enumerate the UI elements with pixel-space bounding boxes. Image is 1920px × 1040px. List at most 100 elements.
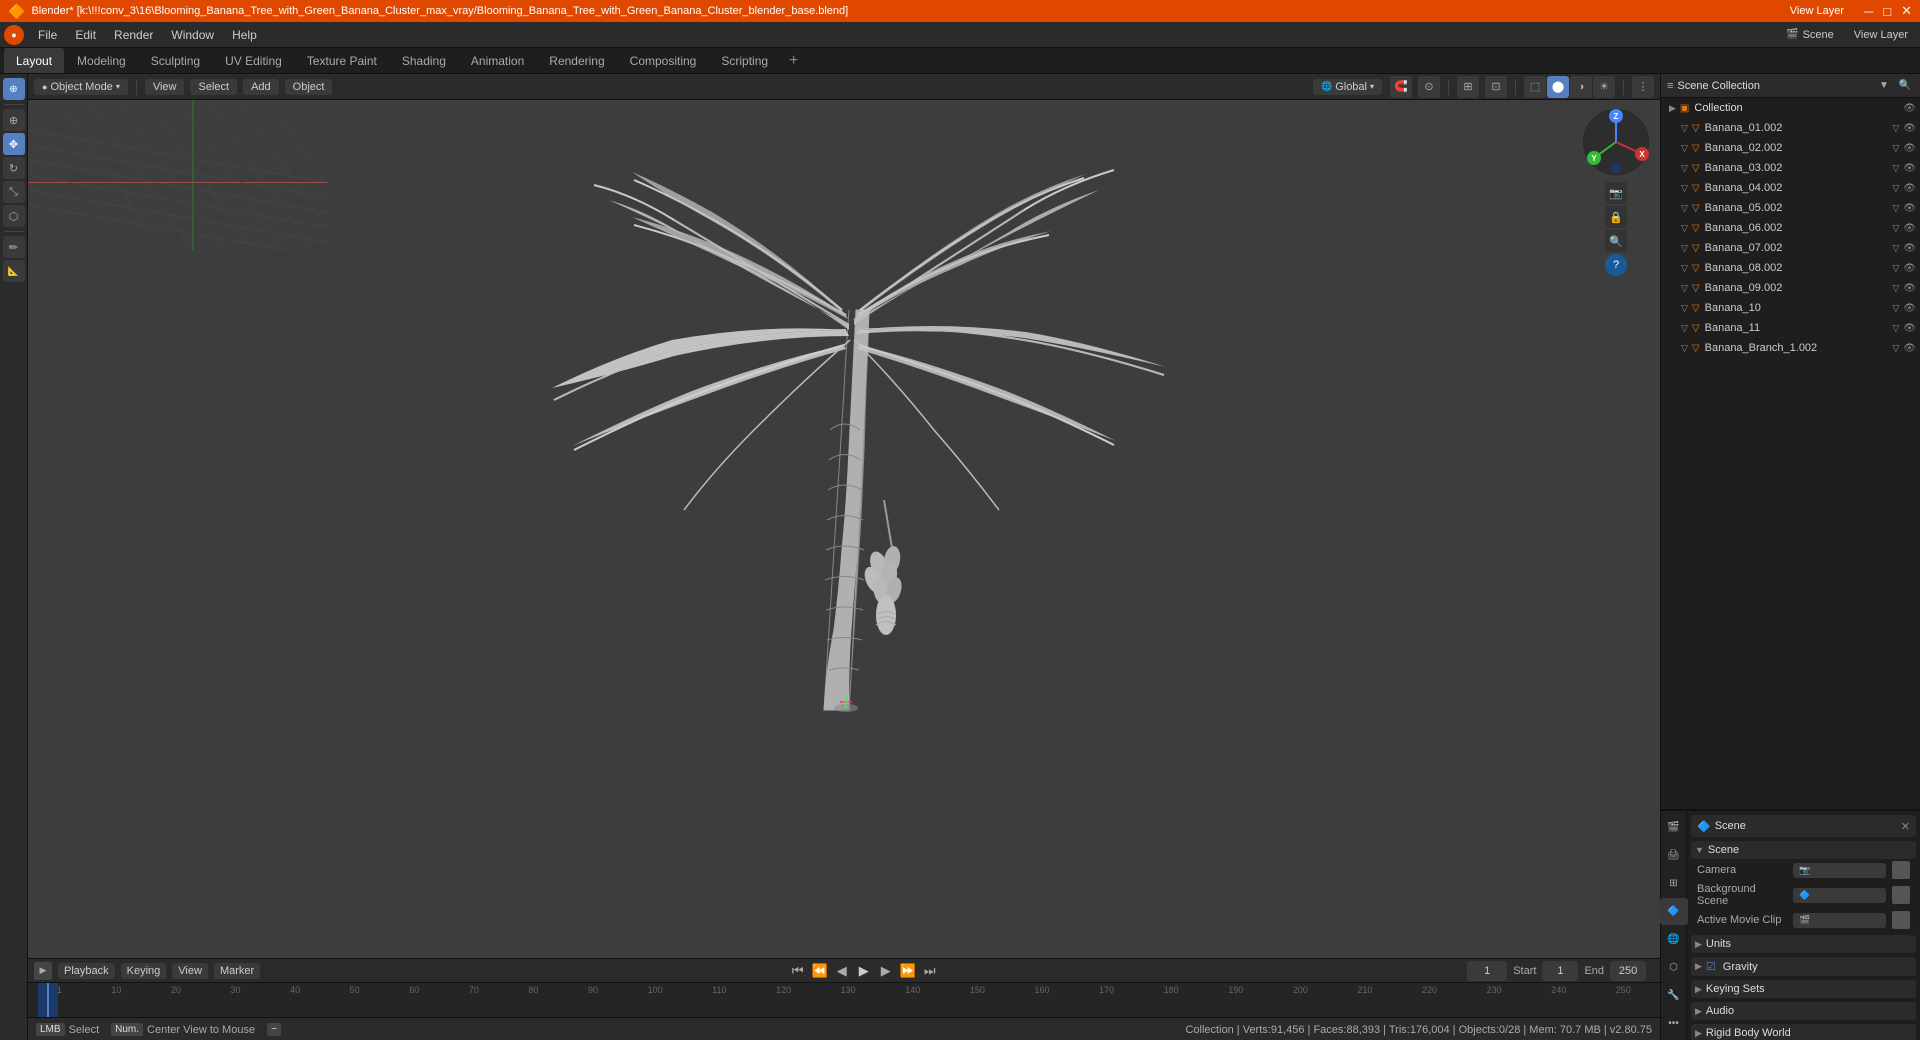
select-menu-btn[interactable]: Select [190,79,237,95]
filter-icon-9[interactable]: ▽ [1892,283,1899,294]
object-mode-btn[interactable]: ● Object Mode ▾ [34,79,128,95]
end-frame-input[interactable]: 250 [1610,961,1646,981]
visible-icon-1[interactable]: 👁 [1903,123,1916,134]
tab-texture-paint[interactable]: Texture Paint [295,48,389,73]
audio-section-header[interactable]: ▶ Audio [1691,1002,1916,1020]
prev-keyframe-btn[interactable]: ⏪ [810,961,830,981]
camera-view-btn[interactable]: 📷 [1605,182,1627,204]
prop-tab-modifiers[interactable]: 🔧 [1660,983,1688,1009]
tab-scripting[interactable]: Scripting [709,48,780,73]
add-menu-btn[interactable]: Add [243,79,279,95]
playback-btn[interactable]: Playback [58,963,115,979]
outliner-item-banana5[interactable]: ▽ ▽ Banana_05.002 ▽ 👁 [1661,198,1920,218]
gravity-section-header[interactable]: ▶ ☑ Gravity [1691,957,1916,976]
visible-icon-8[interactable]: 👁 [1903,263,1916,274]
timeline-editor-icon[interactable]: ▶ [34,962,52,980]
tab-animation[interactable]: Animation [459,48,536,73]
visible-icon-7[interactable]: 👁 [1903,243,1916,254]
annotate-tool[interactable]: ✏ [3,236,25,258]
next-keyframe-btn[interactable]: ⏩ [898,961,918,981]
timeline-track[interactable]: 1 10 20 30 40 50 60 70 80 90 100 110 120… [28,983,1660,1017]
filter-icon-12[interactable]: ▽ [1892,343,1899,354]
movie-clip-value[interactable]: 🎬 [1793,913,1886,928]
outliner-filter-btn[interactable]: ▼ [1875,77,1893,95]
movie-clip-edit-btn[interactable] [1892,911,1910,929]
outliner-item-banana4[interactable]: ▽ ▽ Banana_04.002 ▽ 👁 [1661,178,1920,198]
menu-window[interactable]: Window [163,26,222,44]
outliner-item-banana11[interactable]: ▽ ▽ Banana_11 ▽ 👁 [1661,318,1920,338]
filter-icon-3[interactable]: ▽ [1892,163,1899,174]
rotate-tool[interactable]: ↻ [3,157,25,179]
outliner-collection[interactable]: ▶ ▣ Collection 👁 [1661,98,1920,118]
tab-add[interactable]: + [781,48,806,73]
keying-btn[interactable]: Keying [121,963,167,979]
rigid-body-header[interactable]: ▶ Rigid Body World [1691,1024,1916,1040]
tab-compositing[interactable]: Compositing [618,48,709,73]
cursor-tool[interactable]: ⊕ [3,109,25,131]
menu-file[interactable]: File [30,26,65,44]
prop-tab-view-layer[interactable]: ⊞ [1660,870,1688,896]
maximize-btn[interactable]: □ [1883,4,1891,19]
filter-icon-4[interactable]: ▽ [1892,183,1899,194]
tab-layout[interactable]: Layout [4,48,64,73]
close-btn[interactable]: ✕ [1901,3,1912,19]
visible-icon-9[interactable]: 👁 [1903,283,1916,294]
wireframe-btn[interactable]: ⬚ [1524,76,1546,98]
jump-start-btn[interactable]: ⏮ [788,961,808,981]
transform-tool[interactable]: ⬡ [3,205,25,227]
filter-icon-1[interactable]: ▽ [1892,123,1899,134]
rendered-btn[interactable]: ☀ [1593,76,1615,98]
tab-rendering[interactable]: Rendering [537,48,616,73]
prop-tab-object[interactable]: ⬡ [1660,955,1688,981]
collection-visible-icon[interactable]: 👁 [1903,103,1916,114]
filter-icon-7[interactable]: ▽ [1892,243,1899,254]
camera-edit-btn[interactable] [1892,861,1910,879]
zoom-btn[interactable]: 🔍 [1605,230,1627,252]
tab-shading[interactable]: Shading [390,48,458,73]
marker-btn[interactable]: Marker [214,963,260,979]
scale-tool[interactable]: ⤡ [3,181,25,203]
snap-btn[interactable]: 🧲 [1390,76,1412,98]
current-frame-input[interactable]: 1 [1467,961,1507,981]
overlay-btn[interactable]: ⊞ [1457,76,1479,98]
gizmo-btn[interactable]: ⊡ [1485,76,1507,98]
outliner-item-banana1[interactable]: ▽ ▽ Banana_01.002 ▽ 👁 [1661,118,1920,138]
prop-tab-scene[interactable]: 🔷 [1660,898,1688,924]
visible-icon-6[interactable]: 👁 [1903,223,1916,234]
prop-tab-particles[interactable]: ••• [1660,1011,1688,1037]
visible-icon-5[interactable]: 👁 [1903,203,1916,214]
move-tool[interactable]: ✥ [3,133,25,155]
step-back-btn[interactable]: ◀ [832,961,852,981]
filter-icon-2[interactable]: ▽ [1892,143,1899,154]
outliner-item-banana8[interactable]: ▽ ▽ Banana_08.002 ▽ 👁 [1661,258,1920,278]
visible-icon-12[interactable]: 👁 [1903,343,1916,354]
jump-end-btn[interactable]: ⏭ [920,961,940,981]
outliner-item-banana2[interactable]: ▽ ▽ Banana_02.002 ▽ 👁 [1661,138,1920,158]
visible-icon-4[interactable]: 👁 [1903,183,1916,194]
nav-gizmo[interactable]: Z X Y [1580,106,1652,178]
visible-icon-2[interactable]: 👁 [1903,143,1916,154]
visible-icon-10[interactable]: 👁 [1903,303,1916,314]
step-forward-btn[interactable]: ▶ [876,961,896,981]
filter-icon-8[interactable]: ▽ [1892,263,1899,274]
prop-tab-render[interactable]: 🎬 [1660,814,1688,840]
outliner-search-btn[interactable]: 🔍 [1896,77,1914,95]
solid-btn[interactable]: ⬤ [1547,76,1569,98]
outliner-item-banana6[interactable]: ▽ ▽ Banana_06.002 ▽ 👁 [1661,218,1920,238]
menu-edit[interactable]: Edit [67,26,104,44]
keying-sets-header[interactable]: ▶ Keying Sets [1691,980,1916,998]
visible-icon-3[interactable]: 👁 [1903,163,1916,174]
camera-value[interactable]: 📷 [1793,863,1886,878]
play-btn[interactable]: ▶ [854,961,874,981]
viewport-3d[interactable]: User Perspective (1) Collection [28,100,1660,958]
prop-tab-output[interactable]: 🖨 [1660,842,1688,868]
visible-icon-11[interactable]: 👁 [1903,323,1916,334]
units-section-header[interactable]: ▶ Units [1691,935,1916,953]
filter-icon-6[interactable]: ▽ [1892,223,1899,234]
lookdev-btn[interactable]: ◑ [1570,76,1592,98]
bg-scene-edit-btn[interactable] [1892,886,1910,904]
view-timeline-btn[interactable]: View [172,963,208,979]
blender-logo[interactable]: ● [4,25,24,45]
viewport-options-btn[interactable]: ⋮ [1632,76,1654,98]
active-tool-indicator[interactable]: ⊕ [3,78,25,100]
